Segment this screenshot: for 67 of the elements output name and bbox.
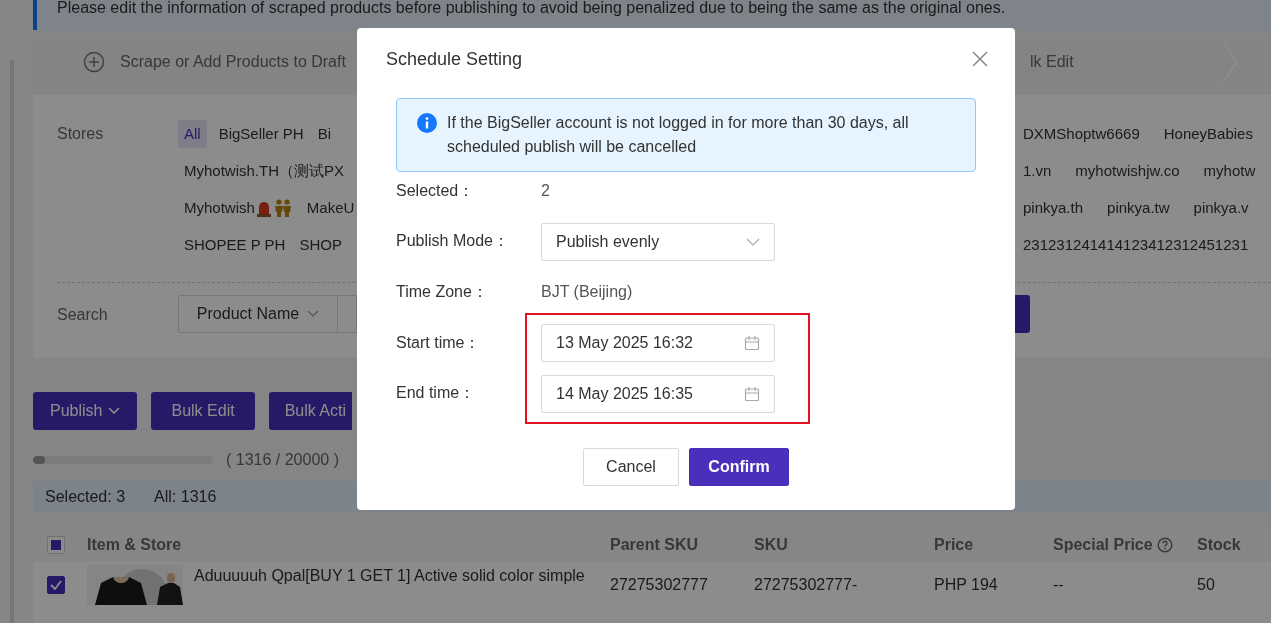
add-circle-icon <box>83 51 105 73</box>
store-option[interactable]: 231231241414123412312451231 <box>1017 230 1255 259</box>
field-label: Start time： <box>396 332 482 353</box>
close-icon[interactable] <box>971 50 989 68</box>
store-option[interactable]: SHOP <box>297 230 344 259</box>
product-title[interactable]: Aduuuuuh Qpal[BUY 1 GET 1] Active solid color simple <box>194 565 585 586</box>
column-header: SKU <box>754 535 788 554</box>
checkbox[interactable] <box>47 576 65 595</box>
step-label[interactable]: lk Edit <box>1030 53 1074 71</box>
store-option[interactable]: DXMShoptw6669 <box>1017 119 1146 148</box>
check-icon <box>50 580 62 591</box>
toolbar-button[interactable]: Bulk Acti <box>268 392 352 430</box>
column-header: Price <box>934 535 974 554</box>
column-header: Item & Store <box>87 535 182 554</box>
chevron-down-icon <box>307 310 320 318</box>
filter-label: Search <box>57 304 109 325</box>
calendar-icon <box>744 385 760 402</box>
date-field[interactable]: 13 May 2025 16:32 <box>541 324 775 363</box>
field-label: Publish Mode： <box>396 231 510 252</box>
store-option[interactable]: Myhotwish <box>178 193 295 222</box>
filter-label: Stores <box>57 124 105 144</box>
store-option[interactable]: myhotw <box>1197 156 1262 185</box>
table-cell-text: 27275302777 <box>610 576 709 595</box>
field-value: BJT (Beijing) <box>541 283 633 302</box>
table-cell-text: 50 <box>1197 576 1216 595</box>
store-option[interactable]: myhotwishjw.co <box>1069 156 1186 185</box>
store-option[interactable]: Bi <box>315 119 334 148</box>
store-option[interactable]: 1.vn <box>1017 156 1058 185</box>
total-count: All: 1316 <box>154 487 217 506</box>
chevron-down-icon <box>746 237 760 246</box>
selected-count: Selected: 3 <box>45 487 126 506</box>
field-label: Selected： <box>396 180 476 201</box>
store-option[interactable]: SHOPEE P PH <box>178 230 288 259</box>
quota-text: ( 1316 / 20000 ) <box>226 451 339 469</box>
table-cell-text: -- <box>1053 576 1065 595</box>
column-header: Special Price <box>1053 535 1153 554</box>
toolbar-button[interactable]: Bulk Edit <box>151 392 255 430</box>
help-icon <box>1156 536 1173 553</box>
confirm-button[interactable]: Confirm <box>689 448 789 486</box>
chevron-down-icon <box>108 407 121 415</box>
field-label: End time： <box>396 383 477 404</box>
calendar-icon <box>744 335 760 352</box>
info-icon <box>417 113 437 133</box>
store-option[interactable]: MakeU <box>304 193 357 222</box>
mode-select[interactable]: Publish evenly <box>541 222 775 261</box>
field-label: Time Zone： <box>396 281 489 302</box>
field-value: 2 <box>541 182 550 200</box>
column-header: Parent SKU <box>610 535 699 554</box>
table-cell-text: PHP 194 <box>934 576 999 595</box>
store-option[interactable]: HoneyBabies <box>1157 119 1259 148</box>
field-select[interactable]: Product Name <box>178 295 338 333</box>
store-option[interactable]: pinkya.th <box>1017 193 1090 222</box>
store-option[interactable]: pinkya.v <box>1187 193 1255 222</box>
figures-icon <box>272 198 293 217</box>
store-option[interactable]: pinkya.tw <box>1101 193 1176 222</box>
store-option[interactable]: BigSeller PH <box>216 119 306 148</box>
publish-dropdown[interactable]: Publish <box>33 392 138 430</box>
store-option[interactable]: All <box>178 119 207 148</box>
alert-text: If the BigSeller account is not logged in for more than 30 days, all scheduled publish will be cancelled <box>447 113 910 157</box>
dialog-title: Schedule Setting <box>386 48 523 70</box>
date-field[interactable]: 14 May 2025 16:35 <box>541 374 775 413</box>
step-label[interactable]: Scrape or Add Products to Draft <box>120 53 346 71</box>
cancel-button[interactable]: Cancel <box>583 448 679 486</box>
notice-text: Please edit the information of scraped products before publishing to avoid being penalized due to being the same as the original ones. <box>57 0 1006 16</box>
column-header: Stock <box>1197 535 1241 554</box>
store-option[interactable]: Myhotwish.TH（测试PX <box>178 156 347 185</box>
table-cell-text: 27275302777- <box>754 576 859 595</box>
